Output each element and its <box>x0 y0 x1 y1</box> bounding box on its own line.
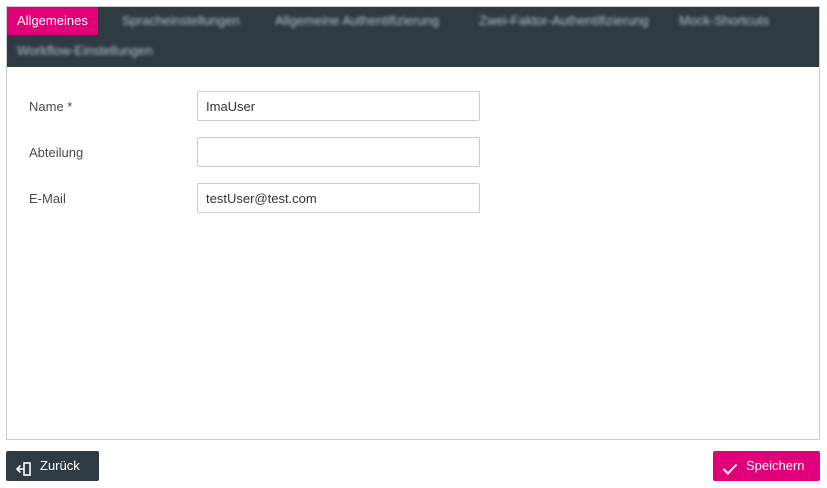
exit-door-icon <box>16 458 32 476</box>
tab-spracheinstellungen[interactable]: Spracheinstellungen <box>112 7 250 35</box>
back-button-label: Zurück <box>40 458 80 473</box>
name-input[interactable] <box>197 91 480 121</box>
email-input[interactable] <box>197 183 480 213</box>
tab-allgemeines[interactable]: Allgemeines <box>7 7 98 35</box>
checkmark-icon <box>722 458 738 475</box>
department-input[interactable] <box>197 137 480 167</box>
department-label: Abteilung <box>29 145 84 160</box>
tab-allgemeine-authentifizierung[interactable]: Allgemeine Authentifizierung <box>265 7 449 35</box>
save-button[interactable]: Speichern <box>713 451 820 481</box>
back-button[interactable]: Zurück <box>6 451 99 481</box>
department-row: Abteilung <box>7 137 819 169</box>
tab-zwei-faktor-authentifizierung[interactable]: Zwei-Faktor-Authentifizierung <box>469 7 659 35</box>
name-row: Name * <box>7 91 819 123</box>
tab-mock-shortcuts[interactable]: Mock-Shortcuts <box>669 7 779 35</box>
name-label: Name * <box>29 99 73 114</box>
email-row: E-Mail <box>7 183 819 215</box>
email-label: E-Mail <box>29 191 66 206</box>
tab-workflow-einstellungen[interactable]: Workflow-Einstellungen <box>7 37 163 65</box>
tab-bar: Allgemeines Spracheinstellungen Allgemei… <box>7 7 819 67</box>
save-button-label: Speichern <box>746 458 805 473</box>
settings-panel: Allgemeines Spracheinstellungen Allgemei… <box>6 6 820 440</box>
